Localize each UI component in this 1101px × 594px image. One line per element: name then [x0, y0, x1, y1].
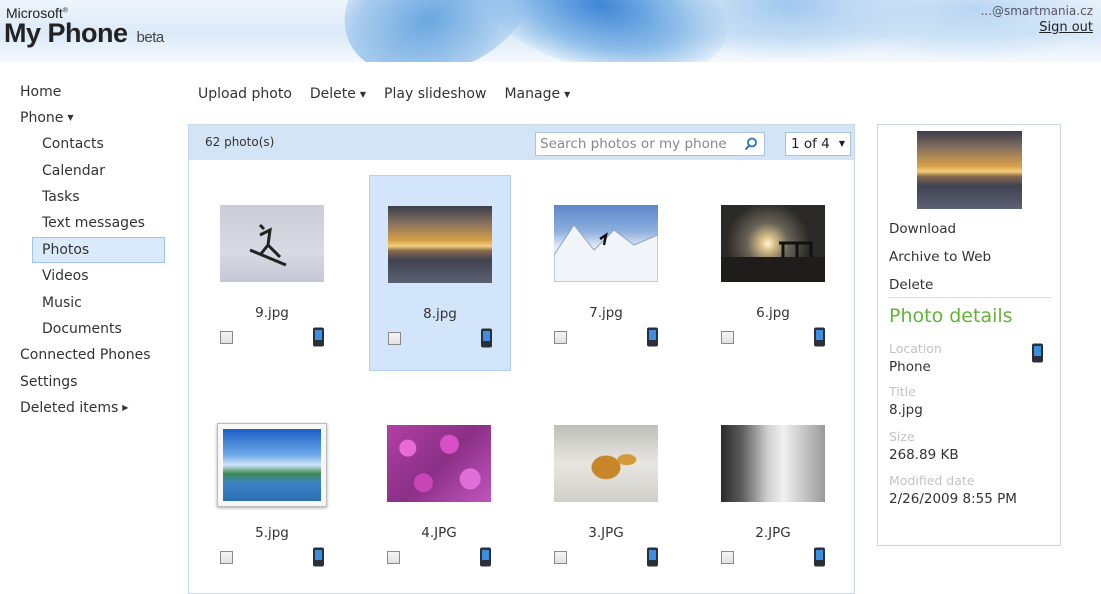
selected-photo-preview [917, 131, 1022, 209]
upload-photo-button[interactable]: Upload photo [198, 86, 292, 102]
nav-settings[interactable]: Settings [20, 370, 77, 394]
gallery-header-bar: 62 photo(s) Search photos or my phone 1 … [189, 125, 854, 160]
download-link[interactable]: Download [889, 221, 956, 237]
manage-menu-button[interactable]: Manage ▼ [504, 86, 570, 102]
photo-thumbnail[interactable] [220, 205, 324, 282]
photo-thumbnail[interactable] [387, 425, 491, 502]
photo-toolbar: Upload photo Delete ▼ Play slideshow Mana… [198, 86, 570, 102]
title-value: 8.jpg [889, 402, 923, 418]
phone-icon [647, 547, 658, 567]
archive-to-web-link[interactable]: Archive to Web [889, 249, 991, 265]
modified-date-value: 2/26/2009 8:55 PM [889, 491, 1017, 507]
photo-tile[interactable]: 5.jpg [202, 395, 344, 591]
skier-silhouette [249, 223, 287, 267]
photo-filename: 8.jpg [423, 306, 457, 322]
photo-filename: 3.JPG [588, 525, 624, 541]
nav-phone[interactable]: Phone ▼ [20, 106, 74, 130]
photo-gallery: 62 photo(s) Search photos or my phone 1 … [188, 124, 855, 594]
photo-checkbox[interactable] [388, 332, 401, 345]
user-email: ...@smartmania.cz [980, 4, 1093, 18]
play-slideshow-button[interactable]: Play slideshow [384, 86, 486, 102]
photo-checkbox[interactable] [554, 551, 567, 564]
chevron-down-icon: ▼ [838, 139, 845, 148]
modified-date-label: Modified date [889, 473, 975, 488]
photo-thumbnail[interactable] [217, 423, 327, 507]
photo-filename: 5.jpg [255, 525, 289, 541]
nav-tasks[interactable]: Tasks [42, 185, 80, 209]
photo-tile[interactable]: 4.JPG [369, 395, 511, 591]
photo-checkbox[interactable] [721, 331, 734, 344]
photo-filename: 4.JPG [421, 525, 457, 541]
beta-label: beta [136, 29, 165, 46]
phone-icon [313, 327, 324, 347]
nav-videos[interactable]: Videos [42, 264, 89, 288]
phone-icon [647, 327, 658, 347]
size-value: 268.89 KB [889, 447, 959, 463]
nav-documents[interactable]: Documents [42, 317, 122, 341]
location-label: Location [889, 341, 942, 356]
mountain-silhouette [554, 224, 658, 282]
page-select-value: 1 of 4 [791, 136, 830, 152]
panel-divider [889, 297, 1052, 298]
photo-thumbnail[interactable] [721, 205, 825, 282]
photo-details-panel: Download Archive to Web Delete Photo det… [877, 124, 1061, 546]
photo-thumbnail[interactable] [554, 205, 658, 282]
photo-thumbnail[interactable] [388, 206, 492, 283]
nav-contacts[interactable]: Contacts [42, 132, 104, 156]
nav-connected-phones[interactable]: Connected Phones [20, 343, 151, 367]
photo-count: 62 photo(s) [205, 135, 275, 149]
photo-checkbox[interactable] [721, 551, 734, 564]
photo-tile-selected[interactable]: 8.jpg [369, 175, 511, 371]
nav-calendar[interactable]: Calendar [42, 159, 105, 183]
size-label: Size [889, 429, 915, 444]
search-icon[interactable] [744, 137, 758, 151]
delete-menu-button[interactable]: Delete ▼ [310, 86, 366, 102]
header-banner: Microsoft® My Phone beta ...@smartmania.… [0, 0, 1101, 62]
chevron-down-icon: ▼ [359, 89, 367, 99]
photo-thumbnail[interactable] [721, 425, 825, 502]
chevron-down-icon: ▼ [67, 113, 74, 122]
nav-deleted-items[interactable]: Deleted items ▶ [20, 396, 128, 420]
chevron-down-icon: ▼ [564, 89, 571, 99]
photo-checkbox[interactable] [220, 331, 233, 344]
delete-link[interactable]: Delete [889, 277, 933, 293]
pier-silhouette [721, 241, 825, 282]
phone-icon [814, 547, 825, 567]
phone-icon [1032, 343, 1043, 363]
photo-filename: 7.jpg [589, 305, 623, 321]
photo-tile[interactable]: 9.jpg [202, 175, 344, 371]
photo-thumbnail[interactable] [554, 425, 658, 502]
chevron-right-icon: ▶ [122, 403, 129, 412]
my-phone-logo[interactable]: My Phone beta [4, 18, 164, 49]
nav-photos[interactable]: Photos [32, 237, 165, 263]
photo-tile[interactable]: 3.JPG [536, 395, 678, 591]
phone-icon [480, 547, 491, 567]
search-placeholder: Search photos or my phone [540, 136, 727, 152]
page-select[interactable]: 1 of 4 ▼ [785, 132, 851, 156]
location-value: Phone [889, 359, 931, 375]
photo-filename: 9.jpg [255, 305, 289, 321]
photo-checkbox[interactable] [220, 551, 233, 564]
nav-text-messages[interactable]: Text messages [42, 211, 145, 235]
photo-filename: 2.JPG [755, 525, 791, 541]
photo-tile[interactable]: 7.jpg [536, 175, 678, 371]
photo-tile[interactable]: 2.JPG [703, 395, 845, 591]
title-label: Title [889, 384, 916, 399]
sign-out-link[interactable]: Sign out [1039, 20, 1093, 35]
photo-filename: 6.jpg [756, 305, 790, 321]
photo-details-title: Photo details [889, 305, 1013, 327]
nav-music[interactable]: Music [42, 291, 82, 315]
photo-tile[interactable]: 6.jpg [703, 175, 845, 371]
photo-checkbox[interactable] [554, 331, 567, 344]
phone-icon [814, 327, 825, 347]
phone-icon [481, 328, 492, 348]
phone-icon [313, 547, 324, 567]
photo-checkbox[interactable] [387, 551, 400, 564]
search-input[interactable]: Search photos or my phone [535, 132, 765, 156]
nav-home[interactable]: Home [20, 80, 61, 104]
lake-image [223, 429, 321, 501]
